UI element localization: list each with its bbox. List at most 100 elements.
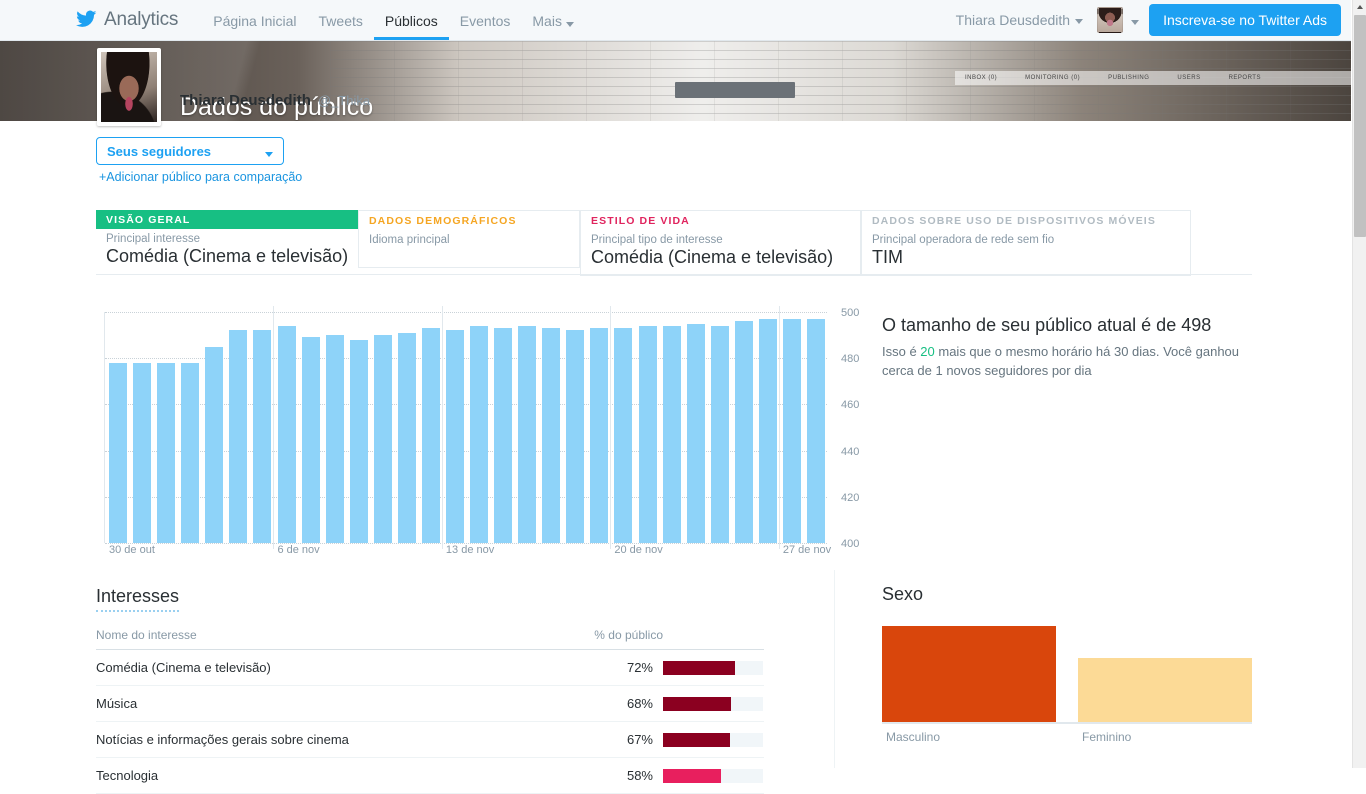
interest-name: Comédia (Cinema e televisão) bbox=[96, 660, 548, 675]
card-dispositivos-moveis-sublabel: Principal operadora de rede sem fio bbox=[872, 234, 1180, 246]
avatar[interactable] bbox=[1097, 7, 1123, 33]
card-estilo-de-vida[interactable]: ESTILO DE VIDA Principal tipo de interes… bbox=[580, 210, 861, 275]
card-estilo-de-vida-value: Comédia (Cinema e televisão) bbox=[591, 247, 850, 268]
card-dados-demograficos[interactable]: DADOS DEMOGRÁFICOS Idioma principal bbox=[358, 210, 580, 275]
y-axis-tick-label: 480 bbox=[841, 353, 859, 365]
detail-growth-count: 20 bbox=[920, 344, 934, 359]
account-name-label: Thiara Deusdedith bbox=[956, 12, 1070, 28]
brand-name: Analytics bbox=[104, 9, 178, 31]
week-separator bbox=[442, 306, 443, 549]
followers-bar[interactable] bbox=[326, 335, 344, 543]
nav-link-mais-label: Mais bbox=[532, 13, 562, 29]
vertical-scrollbar[interactable] bbox=[1352, 0, 1366, 768]
interest-percentage: 68% bbox=[548, 696, 663, 711]
followers-bar[interactable] bbox=[518, 326, 536, 543]
y-axis-tick-label: 460 bbox=[841, 399, 859, 411]
table-row[interactable]: Notícias e informações gerais sobre cine… bbox=[96, 722, 764, 758]
card-dispositivos-moveis[interactable]: DADOS SOBRE USO DE DISPOSITIVOS MÓVEIS P… bbox=[861, 210, 1191, 275]
nav-right-group: Thiara Deusdedith Inscreva-se no Twitter… bbox=[948, 4, 1352, 36]
followers-bar[interactable] bbox=[470, 326, 488, 543]
card-dispositivos-moveis-tab: DADOS SOBRE USO DE DISPOSITIVOS MÓVEIS bbox=[861, 210, 1191, 230]
followers-bar[interactable] bbox=[133, 363, 151, 543]
y-axis-tick-label: 440 bbox=[841, 446, 859, 458]
interest-percentage: 67% bbox=[548, 732, 663, 747]
interest-bar-track bbox=[663, 661, 763, 675]
card-estilo-de-vida-sublabel: Principal tipo de interesse bbox=[591, 234, 850, 246]
chevron-down-icon bbox=[265, 144, 273, 159]
followers-bar[interactable] bbox=[302, 337, 320, 543]
followers-bar[interactable] bbox=[542, 328, 560, 543]
chevron-down-icon bbox=[1075, 19, 1083, 24]
hero-image-toolbar-detail: INBOX (0)MONITORING (0)PUBLISHINGUSERSRE… bbox=[955, 71, 1352, 85]
table-row[interactable]: Tecnologia58% bbox=[96, 758, 764, 794]
detail-prefix: Isso é bbox=[882, 344, 920, 359]
interest-name: Música bbox=[96, 696, 548, 711]
card-visao-geral[interactable]: VISÃO GERAL Principal interesse Comédia … bbox=[96, 210, 361, 275]
interest-bar-cell bbox=[663, 661, 764, 675]
nav-link-pagina-inicial[interactable]: Página Inicial bbox=[202, 1, 307, 40]
interest-bar-fill bbox=[663, 697, 731, 711]
followers-bar[interactable] bbox=[494, 328, 512, 543]
followers-bar[interactable] bbox=[109, 363, 127, 543]
followers-bar[interactable] bbox=[157, 363, 175, 543]
followers-bar[interactable] bbox=[181, 363, 199, 543]
gender-bar[interactable] bbox=[1078, 658, 1252, 723]
followers-bar[interactable] bbox=[807, 319, 825, 543]
brand[interactable]: Analytics bbox=[75, 9, 178, 31]
week-separator bbox=[779, 306, 780, 549]
avatar-chevron-down-icon[interactable] bbox=[1131, 11, 1139, 29]
nav-link-eventos[interactable]: Eventos bbox=[449, 1, 522, 40]
followers-bar[interactable] bbox=[566, 330, 584, 543]
card-dados-demograficos-sublabel: Idioma principal bbox=[369, 234, 569, 246]
nav-link-publicos[interactable]: Públicos bbox=[374, 1, 449, 40]
card-visao-geral-value: Comédia (Cinema e televisão) bbox=[106, 246, 351, 267]
followers-bar[interactable] bbox=[663, 326, 681, 543]
scrollbar-thumb[interactable] bbox=[1354, 15, 1366, 237]
week-separator bbox=[273, 306, 274, 549]
followers-bar[interactable] bbox=[590, 328, 608, 543]
followers-bar[interactable] bbox=[614, 328, 632, 543]
account-menu[interactable]: Thiara Deusdedith bbox=[948, 12, 1091, 28]
followers-bar[interactable] bbox=[398, 333, 416, 543]
gender-bar[interactable] bbox=[882, 626, 1056, 723]
table-row[interactable]: Música68% bbox=[96, 686, 764, 722]
x-axis-tick-label: 6 de nov bbox=[277, 544, 319, 556]
followers-bar[interactable] bbox=[446, 330, 464, 543]
nav-link-tweets[interactable]: Tweets bbox=[308, 1, 374, 40]
interest-bar-fill bbox=[663, 769, 721, 783]
table-row[interactable]: Comédia (Cinema e televisão)72% bbox=[96, 650, 764, 686]
followers-bar[interactable] bbox=[229, 330, 247, 543]
followers-bar[interactable] bbox=[735, 321, 753, 543]
followers-bar[interactable] bbox=[350, 340, 368, 543]
followers-bar[interactable] bbox=[687, 324, 705, 543]
twitter-ads-signup-button[interactable]: Inscreva-se no Twitter Ads bbox=[1149, 4, 1341, 36]
gender-label: Feminino bbox=[1082, 730, 1131, 744]
interest-bar-cell bbox=[663, 769, 764, 783]
detail-suffix: mais que o mesmo horário há 30 dias. Voc… bbox=[882, 344, 1239, 378]
followers-bar[interactable] bbox=[711, 326, 729, 543]
y-axis-tick-label: 420 bbox=[841, 492, 859, 504]
followers-bar[interactable] bbox=[759, 319, 777, 543]
followers-bar[interactable] bbox=[783, 319, 801, 543]
profile-name: Thiara Deusdedith bbox=[180, 92, 311, 109]
audience-select[interactable]: Seus seguidores bbox=[96, 137, 284, 165]
followers-bar[interactable] bbox=[205, 347, 223, 543]
nav-link-mais[interactable]: Mais bbox=[521, 1, 584, 40]
scroll-up-arrow-icon[interactable] bbox=[1353, 0, 1366, 14]
followers-bar[interactable] bbox=[278, 326, 296, 543]
followers-bar[interactable] bbox=[374, 335, 392, 543]
followers-chart-y-axis: 400420440460480500 bbox=[833, 306, 873, 556]
followers-bar[interactable] bbox=[639, 326, 657, 543]
gender-label: Masculino bbox=[886, 730, 940, 744]
interest-percentage: 58% bbox=[548, 768, 663, 783]
y-axis-tick-label: 500 bbox=[841, 307, 859, 319]
profile-avatar[interactable] bbox=[97, 48, 161, 126]
followers-bar[interactable] bbox=[422, 328, 440, 543]
audience-size-detail: Isso é 20 mais que o mesmo horário há 30… bbox=[882, 342, 1242, 380]
interest-name: Notícias e informações gerais sobre cine… bbox=[96, 732, 548, 747]
interests-title: Interesses bbox=[96, 586, 179, 612]
interest-name: Tecnologia bbox=[96, 768, 548, 783]
card-dados-demograficos-tab: DADOS DEMOGRÁFICOS bbox=[358, 210, 580, 230]
followers-bar[interactable] bbox=[253, 330, 271, 543]
add-audience-comparison-link[interactable]: +Adicionar público para comparação bbox=[99, 170, 302, 184]
